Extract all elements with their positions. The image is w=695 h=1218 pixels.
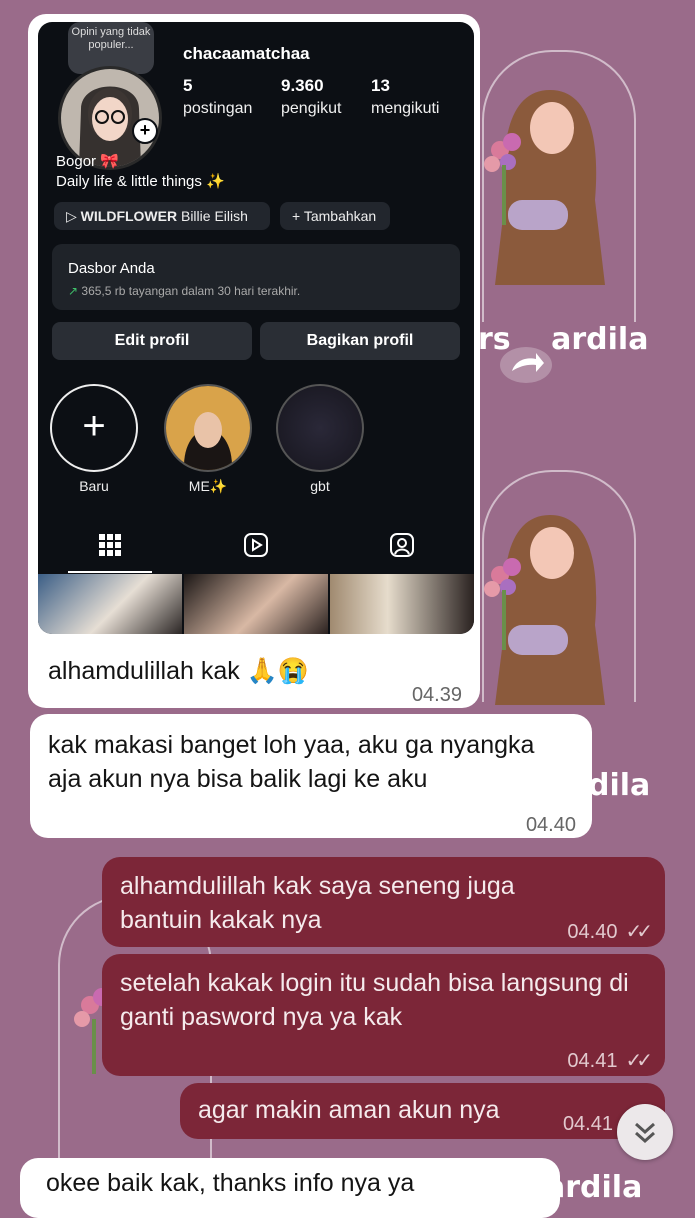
plus-icon: + [292,208,301,224]
read-ticks-icon: ✓✓ [625,1050,652,1072]
message-time: 04.40 [525,814,576,836]
highlight-label: Baru [79,478,109,494]
message-text: alhamdulillah kak 🙏😭 [48,657,309,685]
message-time: 04.40 [567,921,618,943]
watermark-text-2: dila [588,768,651,803]
plus-icon: + [82,404,106,448]
message-bubble-outgoing[interactable]: alhamdulillah kak saya seneng juga bantu… [102,857,665,947]
post-thumbnail[interactable] [330,574,474,634]
edit-profile-button[interactable]: Edit profil [52,322,252,360]
highlight-label: gbt [310,478,330,494]
message-time-row: 04.40 ✓✓ [567,915,652,949]
tagged-person-icon [390,533,414,557]
stat-posts[interactable]: 5 postingan [183,76,252,118]
message-bubble-incoming[interactable]: okee baik kak, thanks info nya ya [20,1158,560,1218]
message-text: alhamdulillah kak saya seneng juga bantu… [120,872,515,934]
dashboard-stat: ↗ 365,5 rb tayangan dalam 30 hari terakh… [68,284,301,298]
message-text: kak makasi banget loh yaa, aku ga nyangk… [48,731,535,793]
message-time: 04.41 [567,1050,618,1072]
tab-grid[interactable] [68,527,152,573]
highlight-photo-icon [166,386,250,470]
instagram-profile-screenshot[interactable]: Opini yang tidak populer... + chacaamatc… [38,22,474,634]
scroll-down-button[interactable] [617,1104,673,1160]
reels-icon [244,533,268,557]
message-bubble-outgoing[interactable]: setelah kakak login itu sudah bisa langs… [102,954,665,1076]
message-time: 04.39 [411,684,462,706]
tab-tagged[interactable] [380,527,424,571]
dashboard-title: Dasbor Anda [68,260,155,277]
add-button[interactable]: + Tambahkan [280,202,390,230]
trend-up-icon: ↗ [68,284,79,298]
highlight-new[interactable]: + [50,384,138,472]
message-time: 04.41 [562,1113,613,1135]
highlight-me[interactable] [164,384,252,472]
share-profile-button[interactable]: Bagikan profil [260,322,460,360]
message-time-row: 04.41 ✓✓ [567,1044,652,1078]
hijab-illustration-1 [484,90,605,285]
post-thumbnail[interactable] [38,574,182,634]
tab-reels[interactable] [234,527,278,571]
bio-line-2: Daily life & little things ✨ [56,173,225,190]
post-thumbnail[interactable] [184,574,328,634]
dashboard-card[interactable]: Dasbor Anda ↗ 365,5 rb tayangan dalam 30… [52,244,460,310]
highlight-gbt[interactable] [276,384,364,472]
highlight-label: ME✨ [188,478,228,494]
stat-followers[interactable]: 9.360 pengikut [281,76,342,118]
double-chevron-down-icon [635,1122,655,1144]
bio-line-1: Bogor 🎀 [56,153,119,170]
grid-icon [99,534,121,556]
play-icon: ▷ [66,208,77,224]
message-bubble-incoming[interactable]: kak makasi banget loh yaa, aku ga nyangk… [30,714,592,838]
read-ticks-icon: ✓✓ [625,921,652,943]
hijab-illustration-2 [484,515,605,705]
profile-username: chacaamatchaa [183,44,310,63]
stat-following[interactable]: 13 mengikuti [371,76,439,118]
message-text: okee baik kak, thanks info nya ya [46,1169,415,1197]
message-text: setelah kakak login itu sudah bisa langs… [120,969,629,1031]
watermark-text-1: rs ardila [478,322,649,357]
add-story-icon[interactable]: + [132,118,158,144]
music-pill[interactable]: ▷ WILDFLOWER Billie Eilish [54,202,270,230]
message-bubble-outgoing[interactable]: agar makin aman akun nya 04.41 [180,1083,665,1139]
